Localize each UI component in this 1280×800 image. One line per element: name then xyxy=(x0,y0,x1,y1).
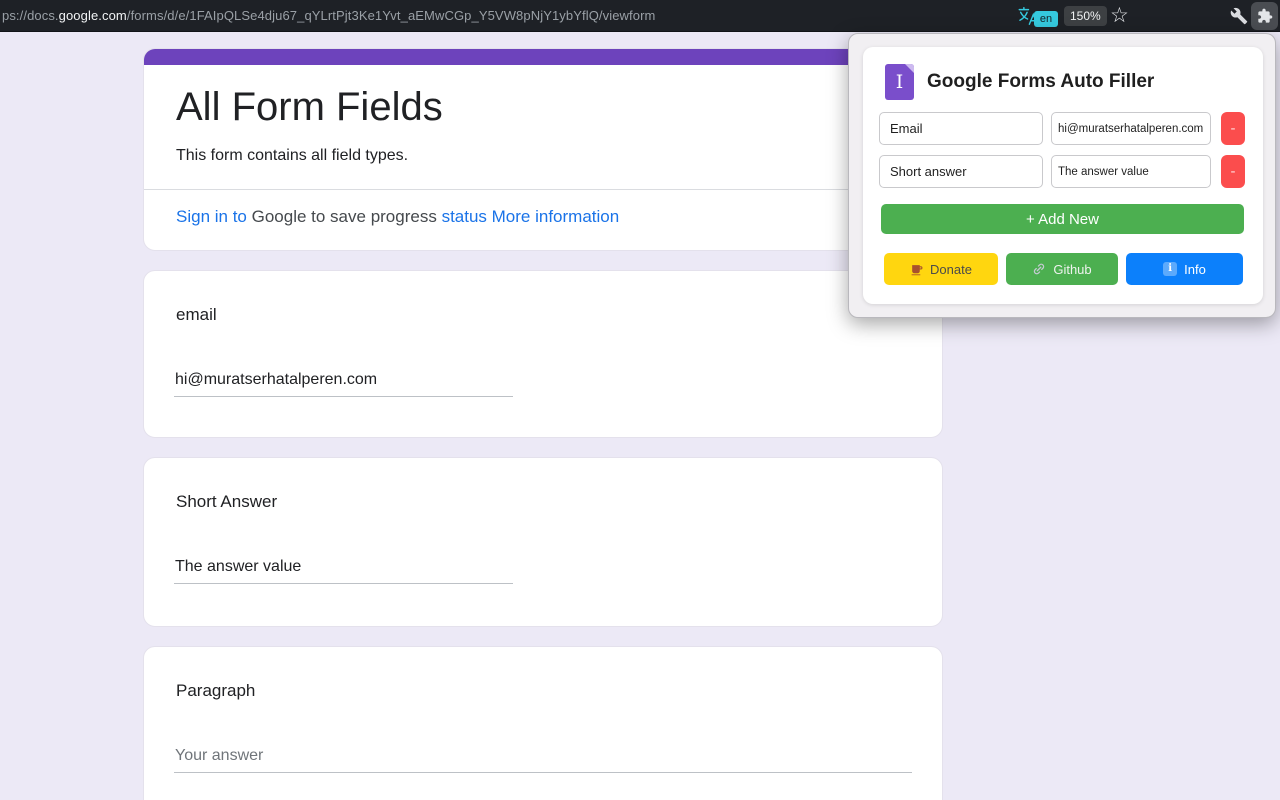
field-value-input[interactable] xyxy=(1051,155,1211,188)
field-name-input[interactable] xyxy=(879,155,1043,188)
url-domain: google.com xyxy=(59,8,127,23)
question-card-email: email xyxy=(143,270,943,438)
zoom-level-badge[interactable]: 150% xyxy=(1064,6,1107,26)
question-card-paragraph: Paragraph xyxy=(143,646,943,800)
address-bar[interactable]: ps://docs.google.com/forms/d/e/1FAIpQLSe… xyxy=(2,8,655,23)
short-answer-input[interactable] xyxy=(174,558,513,584)
signin-row: Sign in to Google to save progress statu… xyxy=(144,190,942,250)
question-card-short-answer: Short Answer xyxy=(143,457,943,627)
info-label: Info xyxy=(1184,262,1206,277)
popup-title: Google Forms Auto Filler xyxy=(927,71,1154,93)
url-path: /forms/d/e/1FAIpQLSe4dju67_qYLrtPjt3Ke1Y… xyxy=(127,8,656,23)
remove-row-button[interactable]: - xyxy=(1221,112,1245,145)
link-icon xyxy=(1032,262,1046,276)
paragraph-answer-input[interactable] xyxy=(174,747,912,773)
donate-label: Donate xyxy=(930,262,972,277)
doc-icon-glyph: I xyxy=(896,73,904,92)
form-header-card: All Form Fields This form contains all f… xyxy=(143,48,943,251)
wrench-icon[interactable] xyxy=(1230,7,1248,25)
google-forms-doc-icon: I xyxy=(885,64,914,100)
bookmark-star-icon[interactable]: ☆ xyxy=(1110,2,1129,30)
autofill-row: - xyxy=(879,155,1245,188)
extension-button[interactable] xyxy=(1251,2,1278,30)
autofill-rows: - - xyxy=(879,112,1245,188)
field-value-input[interactable] xyxy=(1051,112,1211,145)
url-prefix: ps://docs. xyxy=(2,8,59,23)
signin-text: Google to save progress xyxy=(247,207,442,226)
remove-row-button[interactable]: - xyxy=(1221,155,1245,188)
info-button[interactable]: i Info xyxy=(1126,253,1243,285)
email-answer-input[interactable] xyxy=(174,371,513,397)
form-page: All Form Fields This form contains all f… xyxy=(143,48,943,800)
question-label: Short Answer xyxy=(174,492,912,512)
autofill-row: - xyxy=(879,112,1245,145)
form-accent-bar xyxy=(144,49,942,65)
form-description: This form contains all field types. xyxy=(176,147,910,189)
form-title: All Form Fields xyxy=(176,85,910,130)
translate-language-badge[interactable]: en xyxy=(1034,11,1058,27)
question-label: Paragraph xyxy=(174,681,912,701)
info-icon: i xyxy=(1163,262,1177,276)
popup-actions: Donate Github i Info xyxy=(884,253,1243,285)
question-label: email xyxy=(174,305,912,325)
field-name-input[interactable] xyxy=(879,112,1043,145)
puzzle-extension-icon xyxy=(1257,8,1273,24)
browser-toolbar: ps://docs.google.com/forms/d/e/1FAIpQLSe… xyxy=(0,0,1280,32)
extension-popup: I Google Forms Auto Filler - - + Add New xyxy=(848,33,1276,318)
add-new-button[interactable]: + Add New xyxy=(881,204,1244,234)
extension-popup-card: I Google Forms Auto Filler - - + Add New xyxy=(863,47,1263,304)
signin-link[interactable]: Sign in to xyxy=(176,207,247,226)
github-button[interactable]: Github xyxy=(1006,253,1118,285)
github-label: Github xyxy=(1053,262,1091,277)
coffee-icon xyxy=(910,263,923,276)
donate-button[interactable]: Donate xyxy=(884,253,998,285)
more-information-link[interactable]: status More information xyxy=(442,207,620,226)
